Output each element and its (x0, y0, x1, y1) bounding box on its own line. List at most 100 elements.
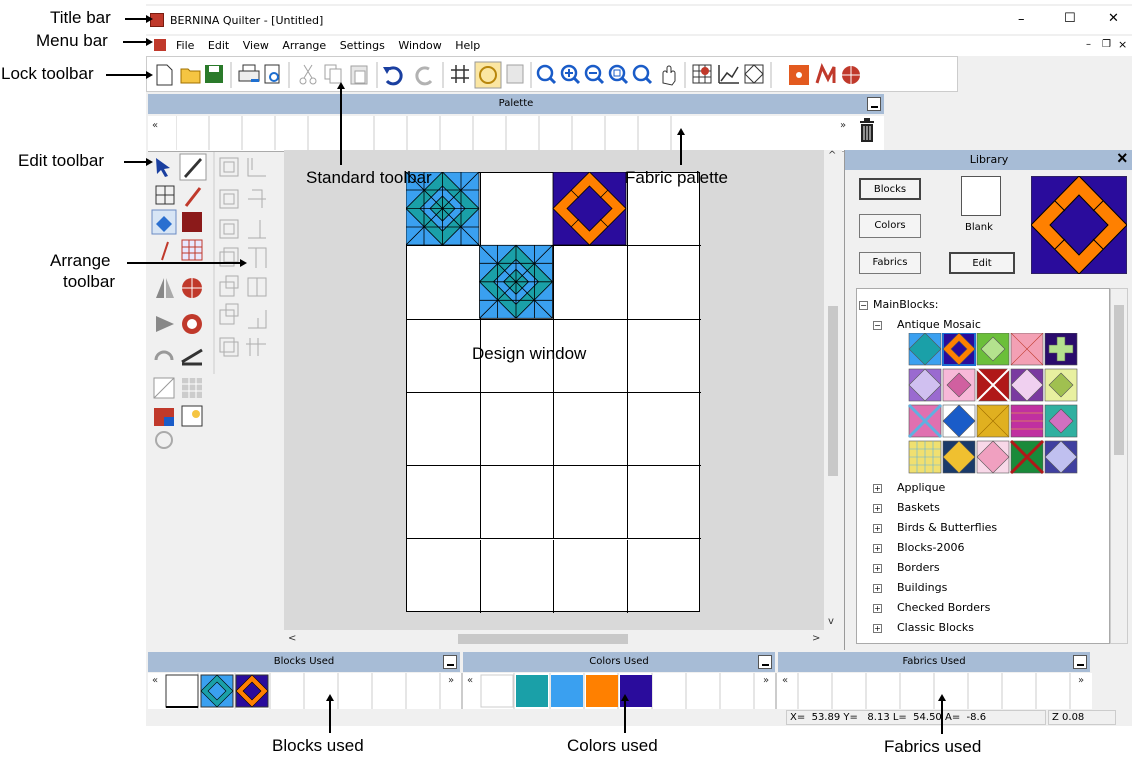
design-vertical-thumb[interactable] (828, 306, 838, 476)
blank-swatch[interactable] (961, 176, 1001, 216)
scroll-right-arrow[interactable]: > (812, 633, 820, 644)
menu-view[interactable]: View (243, 39, 269, 52)
quilt-cell[interactable] (627, 246, 701, 320)
tree-antique-mosaic[interactable]: Antique Mosaic (897, 318, 981, 332)
tree-expand-icon[interactable]: + (873, 544, 882, 553)
fabrics-used-scroll-left[interactable]: « (782, 675, 788, 686)
scroll-down-arrow[interactable]: v (828, 616, 834, 627)
palette-scroll-left[interactable]: « (152, 120, 158, 131)
colors-used-scroll-right[interactable]: » (763, 675, 769, 686)
tree-expand-icon[interactable]: + (873, 624, 882, 633)
tree-expand-icon[interactable]: + (873, 584, 882, 593)
palette-scroll-right[interactable]: » (840, 120, 846, 131)
tree-category[interactable]: Borders (897, 561, 940, 575)
menu-help[interactable]: Help (455, 39, 480, 52)
design-horizontal-thumb[interactable] (458, 634, 628, 644)
tree-category[interactable]: Blocks-2006 (897, 541, 964, 555)
edit-button[interactable]: Edit (949, 252, 1015, 274)
colors-button[interactable]: Colors (859, 214, 921, 238)
blocks-used-scroll-left[interactable]: « (152, 675, 158, 686)
cut-icon (299, 64, 317, 85)
menu-settings[interactable]: Settings (340, 39, 385, 52)
menu-bar: File Edit View Arrange Settings Window H… (146, 36, 1132, 56)
library-tree-scrollbar[interactable] (1110, 288, 1128, 644)
document-icon (154, 39, 166, 51)
quilt-cell[interactable] (628, 540, 702, 613)
menu-edit[interactable]: Edit (208, 39, 229, 52)
mdi-restore-button[interactable]: ❐ (1102, 39, 1111, 50)
annotation-arrow (336, 82, 345, 89)
quilt-cell[interactable] (480, 466, 554, 540)
quilt-cell[interactable] (627, 320, 701, 393)
library-close-button[interactable]: × (1117, 148, 1128, 169)
pan-hand-icon (662, 65, 676, 86)
annotation-arrow (325, 694, 334, 701)
tree-category[interactable]: Baskets (897, 501, 940, 515)
maximize-button[interactable]: ☐ (1064, 11, 1076, 26)
annotation-fabrics-used: Fabrics used (884, 737, 982, 756)
quilt-cell[interactable] (480, 392, 554, 467)
colors-used-scroll-left[interactable]: « (467, 675, 473, 686)
edit-toolbar (148, 152, 284, 460)
quilt-cell[interactable] (627, 466, 701, 540)
tree-expand-icon[interactable]: + (873, 564, 882, 573)
tree-category[interactable]: Applique (897, 481, 945, 495)
tree-collapse-icon[interactable]: − (873, 321, 882, 330)
close-button[interactable]: ✕ (1108, 11, 1119, 26)
quilt-cell[interactable] (407, 539, 481, 613)
quilt-cell[interactable] (627, 393, 701, 467)
design-vertical-scrollbar[interactable]: ^ v (824, 150, 842, 630)
scroll-up-arrow[interactable]: ^ (828, 150, 836, 161)
tree-expand-icon[interactable]: + (873, 604, 882, 613)
minimize-button[interactable]: – (1018, 12, 1025, 27)
menu-window[interactable]: Window (398, 39, 441, 52)
quilt-cell[interactable] (407, 392, 481, 467)
tree-collapse-icon[interactable]: − (859, 301, 868, 310)
block-library-tree[interactable]: − MainBlocks: − Antique Mosaic + Appliqu… (856, 288, 1110, 644)
color-swatch (586, 675, 618, 707)
library-header: Library (845, 150, 1132, 170)
tree-category[interactable]: Buildings (897, 581, 947, 595)
tree-expand-icon[interactable]: + (873, 524, 882, 533)
fabrics-used-scroll-right[interactable]: » (1078, 675, 1084, 686)
block-thumbnails[interactable] (907, 333, 1087, 477)
tree-category[interactable]: Birds & Butterflies (897, 521, 997, 535)
design-horizontal-scrollbar[interactable]: < > (284, 630, 824, 648)
block-preview (1031, 176, 1127, 274)
tree-expand-icon[interactable]: + (873, 504, 882, 513)
tree-root[interactable]: MainBlocks: (873, 298, 938, 312)
quilt-cell[interactable] (407, 319, 481, 393)
blocks-button[interactable]: Blocks (859, 178, 921, 200)
blocks-used-scroll-right[interactable]: » (448, 675, 454, 686)
blocks-used-minimize-button[interactable] (443, 655, 457, 669)
trash-icon[interactable] (858, 118, 876, 144)
menu-arrange[interactable]: Arrange (282, 39, 326, 52)
annotation-arrange-toolbar-2: toolbar (63, 272, 115, 291)
zoom-readout: Z 0.08 (1048, 710, 1116, 725)
quilt-cell[interactable] (554, 539, 628, 613)
scroll-left-arrow[interactable]: < (288, 633, 296, 644)
fabrics-used-minimize-button[interactable] (1073, 655, 1087, 669)
mdi-close-button[interactable]: × (1118, 38, 1127, 51)
fabrics-button[interactable]: Fabrics (859, 252, 921, 274)
palette-minimize-button[interactable] (867, 97, 881, 111)
menu-file[interactable]: File (176, 39, 194, 52)
tree-category[interactable]: Checked Borders (897, 601, 990, 615)
quilt-cell[interactable] (407, 466, 481, 540)
new-file-icon (156, 64, 173, 86)
annotation-arrow (146, 157, 153, 166)
blocks-used-list (165, 674, 269, 708)
annotation-line (127, 262, 240, 264)
library-tree-thumb[interactable] (1114, 305, 1124, 455)
annotation-title-bar: Title bar (50, 8, 111, 27)
mdi-minimize-button[interactable]: – (1086, 39, 1091, 50)
zoom-out-icon (584, 64, 605, 85)
colors-used-minimize-button[interactable] (758, 655, 772, 669)
quilt-cell[interactable] (554, 466, 628, 540)
quilt-cell[interactable] (554, 392, 628, 467)
quilt-cell[interactable] (481, 539, 554, 613)
tree-expand-icon[interactable]: + (873, 484, 882, 493)
tree-category[interactable]: Classic Blocks (897, 621, 974, 635)
zoom-in-icon (560, 64, 581, 85)
zoom-1-1-icon (632, 64, 653, 85)
